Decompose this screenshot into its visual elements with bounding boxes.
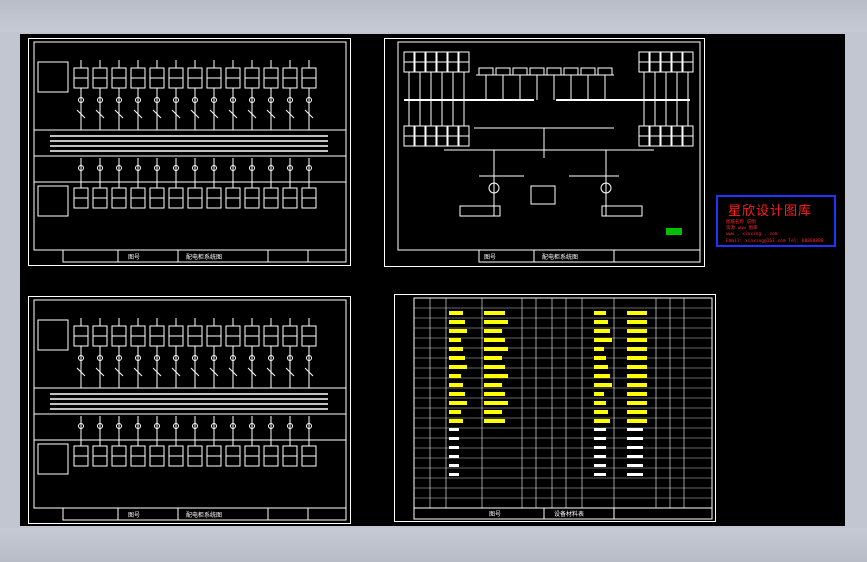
sheet-bottom-left[interactable]: 图号 配电柜系统图 — [28, 296, 351, 524]
feeder-column — [149, 416, 165, 467]
feeder-column — [263, 158, 279, 209]
feeder-column — [263, 60, 279, 130]
feeder-column — [130, 60, 146, 130]
feeder-column — [301, 60, 317, 130]
feeder-column — [168, 60, 184, 130]
viewport-bottom-bevel — [0, 528, 867, 562]
sheet-top-left-drawing: 图号 配电柜系统图 — [28, 38, 351, 266]
feeder-column — [225, 60, 241, 130]
feeder-column — [73, 318, 89, 388]
feeder-column — [73, 158, 89, 209]
sheet-bottom-right[interactable]: 图号 设备材料表 — [394, 294, 716, 522]
feeder-column — [92, 60, 108, 130]
feeder-column — [111, 416, 127, 467]
stamp-line-4: Email: xinxing@163.com Tel: 88888888 — [726, 239, 824, 244]
feeder-column — [111, 318, 127, 388]
feeder-column — [130, 416, 146, 467]
feeder-column — [206, 158, 222, 209]
feeder-column — [225, 318, 241, 388]
feeder-column — [206, 60, 222, 130]
feeder-column — [282, 416, 298, 467]
sheet-top-left-title-label: 图号 — [128, 254, 140, 261]
feeder-column — [244, 416, 260, 467]
sheet-bottom-right-drawing: 图号 设备材料表 — [394, 294, 716, 522]
feeder-column — [187, 416, 203, 467]
feeder-column — [130, 318, 146, 388]
green-marker — [666, 228, 682, 235]
sheet-bottom-left-drawing: 图号 配电柜系统图 — [28, 296, 351, 524]
feeder-column — [73, 416, 89, 467]
feeder-column — [244, 158, 260, 209]
stamp-line-2: 资源 www 图库 — [726, 226, 758, 231]
viewport-top-bevel — [0, 0, 867, 32]
feeder-column — [168, 416, 184, 467]
feeder-column — [301, 318, 317, 388]
feeder-column — [225, 158, 241, 209]
xinxing-library-stamp: 星欣设计图库 图纸名称 说明 资源 www 图库 www . xinxing .… — [716, 195, 836, 247]
feeder-column — [149, 60, 165, 130]
feeder-column — [92, 318, 108, 388]
feeder-column — [111, 60, 127, 130]
cad-drawing-canvas[interactable]: 图号 配电柜系统图 图号 配电柜系统图 图号 配电柜系统图 图号 设备材料表 — [20, 34, 845, 526]
feeder-column — [282, 60, 298, 130]
sheet-bottom-right-caption: 设备材料表 — [554, 510, 584, 518]
feeder-column — [282, 318, 298, 388]
feeder-column — [187, 60, 203, 130]
feeder-column — [130, 158, 146, 209]
sheet-top-right-caption: 配电柜系统图 — [542, 253, 578, 261]
feeder-column — [187, 318, 203, 388]
feeder-column — [149, 318, 165, 388]
sheet-top-left-caption: 配电柜系统图 — [186, 253, 222, 261]
sheet-top-right[interactable]: 图号 配电柜系统图 — [384, 38, 705, 267]
feeder-column — [301, 158, 317, 209]
feeder-column — [244, 60, 260, 130]
feeder-column — [92, 416, 108, 467]
stamp-title: 星欣设计图库 — [728, 204, 813, 219]
feeder-column — [73, 60, 89, 130]
sheet-top-right-title-label: 图号 — [484, 254, 496, 261]
feeder-column — [263, 416, 279, 467]
feeder-column — [168, 318, 184, 388]
stamp-line-3: www . xinxing . com — [726, 232, 778, 237]
feeder-column — [92, 158, 108, 209]
sheet-top-right-drawing: 图号 配电柜系统图 — [384, 38, 705, 267]
sheet-top-left[interactable]: 图号 配电柜系统图 — [28, 38, 351, 266]
feeder-column — [149, 158, 165, 209]
feeder-column — [225, 416, 241, 467]
feeder-column — [301, 416, 317, 467]
feeder-column — [282, 158, 298, 209]
feeder-column — [187, 158, 203, 209]
feeder-column — [206, 318, 222, 388]
sheet-bottom-right-title-label: 图号 — [489, 511, 501, 518]
feeder-column — [244, 318, 260, 388]
sheet-bottom-left-caption: 配电柜系统图 — [186, 511, 222, 519]
sheet-bottom-left-title-label: 图号 — [128, 512, 140, 519]
feeder-column — [263, 318, 279, 388]
feeder-column — [111, 158, 127, 209]
feeder-column — [168, 158, 184, 209]
feeder-column — [206, 416, 222, 467]
